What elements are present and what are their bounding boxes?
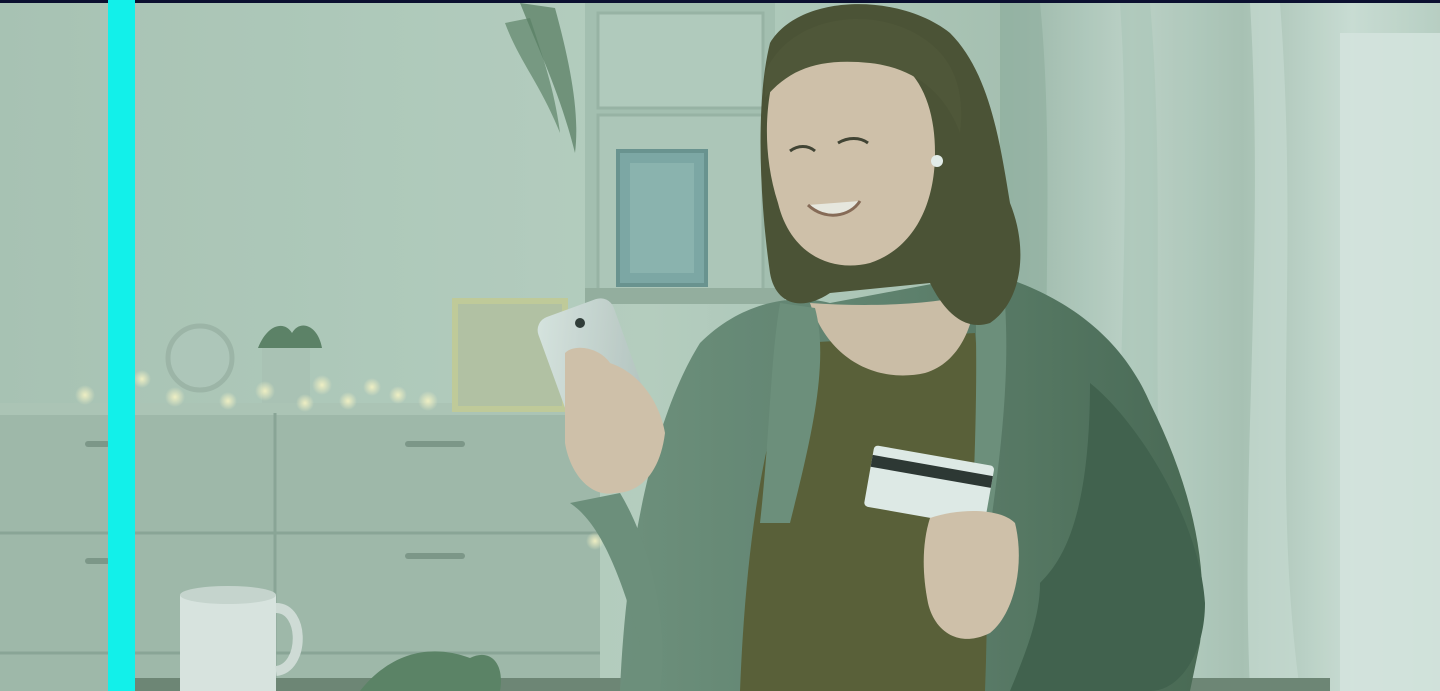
accent-bar <box>108 0 135 691</box>
top-rule <box>0 0 1440 3</box>
woman-with-phone-and-card-photo <box>0 3 1440 691</box>
hero-banner <box>0 0 1440 691</box>
